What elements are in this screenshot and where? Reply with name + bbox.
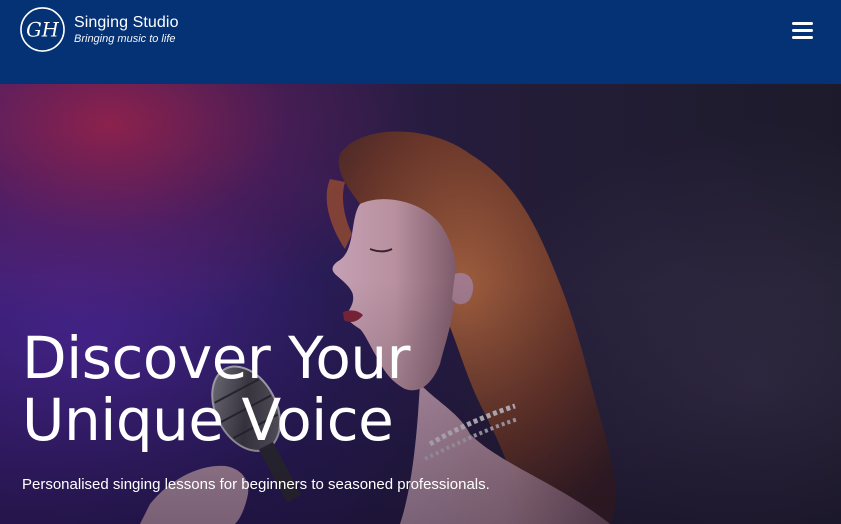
page: GH Singing Studio Bringing music to life xyxy=(0,0,841,524)
hero-overlay xyxy=(0,84,841,524)
hero-title-line-1: Discover Your xyxy=(22,324,410,392)
hero-subtitle: Personalised singing lessons for beginne… xyxy=(22,476,490,493)
brand-name: Singing Studio xyxy=(74,13,179,31)
logo-monogram: GH xyxy=(26,18,60,41)
hero-title: Discover Your Unique Voice xyxy=(22,327,410,451)
brand-tagline: Bringing music to life xyxy=(74,33,176,46)
gh-logo-icon: GH xyxy=(20,7,65,52)
menu-bar-top xyxy=(792,21,813,25)
menu-bar-bottom xyxy=(792,35,813,39)
hero-title-line-2: Unique Voice xyxy=(22,386,394,454)
menu-bar-middle xyxy=(792,28,813,32)
hero-section: Discover Your Unique Voice Personalised … xyxy=(0,84,841,524)
hamburger-menu-icon[interactable] xyxy=(792,19,816,41)
site-header: GH Singing Studio Bringing music to life xyxy=(0,0,841,84)
brand-home-link[interactable]: GH Singing Studio Bringing music to life xyxy=(19,6,179,53)
brand-text: Singing Studio Bringing music to life xyxy=(74,14,179,46)
